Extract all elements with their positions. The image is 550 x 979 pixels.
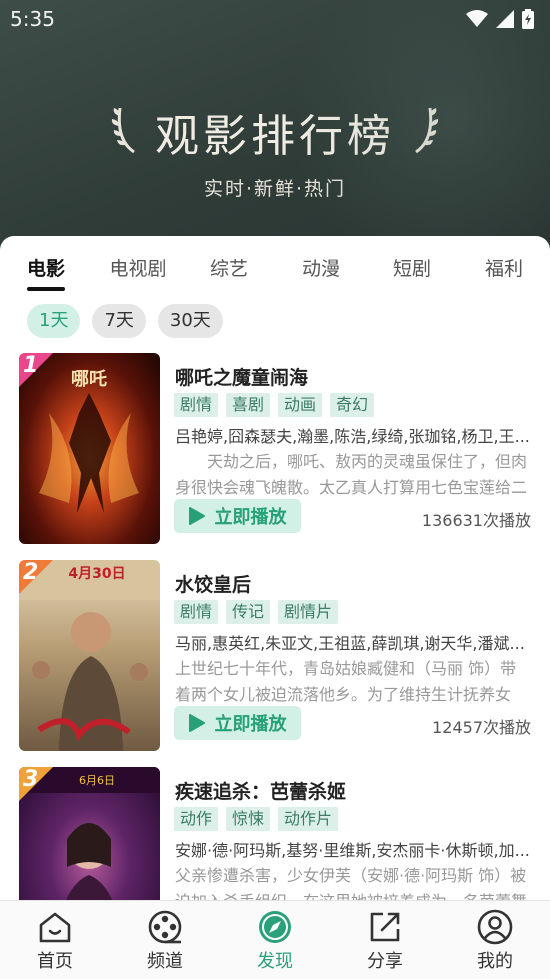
nav-discover-label: 发现: [257, 951, 293, 972]
ranking-panel: 电影 电视剧 综艺 动漫 短剧 福利 1天 7天 30天 哪吒 1 哪吒之魔童闹…: [0, 236, 550, 958]
poster-image[interactable]: 哪吒 1: [19, 353, 160, 544]
rank-number: 1: [23, 353, 39, 378]
compass-icon: [259, 911, 291, 943]
genre-tag: 惊悚: [226, 807, 271, 831]
genre-tag: 动作片: [278, 807, 339, 831]
bottom-navigation: 首页 频道 发现 分享 我的: [0, 900, 550, 979]
item-title[interactable]: 疾速追杀：芭蕾杀姬: [175, 777, 346, 804]
synopsis: 上世纪七十年代，青岛姑娘臧健和（马丽 饰）带着两个女儿被迫流落他乡。为了维持生计…: [175, 659, 517, 704]
hero-title: 观影排行榜: [155, 111, 395, 162]
genre-tags: 剧情 喜剧 动画 奇幻: [174, 393, 375, 417]
ranking-item[interactable]: 哪吒 1 哪吒之魔童闹海 剧情 喜剧 动画 奇幻 吕艳婷,囧森瑟夫,瀚墨,陈浩,…: [19, 353, 534, 545]
cast-list: 安娜·德·阿玛斯,基努·里维斯,安杰丽卡·休斯顿,加...: [175, 841, 530, 860]
genre-tag: 动画: [278, 393, 323, 417]
user-icon: [477, 909, 513, 945]
tab-variety[interactable]: 综艺: [194, 254, 264, 281]
play-now-label: 立即播放: [214, 714, 287, 735]
wifi-icon: [466, 10, 488, 27]
nav-profile-label: 我的: [477, 951, 513, 972]
svg-text:4月30日: 4月30日: [68, 566, 125, 582]
item-title[interactable]: 水饺皇后: [175, 570, 251, 597]
genre-tag: 动作: [174, 807, 219, 831]
film-reel-icon: [148, 910, 182, 944]
nav-share-label: 分享: [367, 951, 403, 972]
hero-subtitle: 实时·新鲜·热门: [203, 178, 347, 200]
item-title[interactable]: 哪吒之魔童闹海: [175, 363, 308, 390]
home-icon: [39, 912, 71, 943]
poster-image[interactable]: 4月30日 2: [19, 560, 160, 751]
svg-text:6月6日: 6月6日: [79, 774, 115, 787]
period-7-days[interactable]: 7天: [92, 304, 146, 338]
svg-text:哪吒: 哪吒: [71, 369, 107, 390]
laurel-right-icon: [415, 107, 439, 154]
genre-tag: 喜剧: [226, 393, 271, 417]
status-icons: [466, 9, 534, 29]
nav-home-label: 首页: [37, 951, 73, 972]
ranking-item[interactable]: 4月30日 2 水饺皇后 剧情 传记 剧情片 马丽,惠英红,朱亚文,王祖蓝,薛凯…: [19, 560, 534, 752]
period-30-days[interactable]: 30天: [157, 304, 223, 338]
tab-anime[interactable]: 动漫: [286, 254, 356, 281]
synopsis: 天劫之后，哪吒、敖丙的灵魂虽保住了，但肉身很快会魂飞魄散。太乙真人打算用七色宝莲…: [175, 449, 531, 501]
nav-share[interactable]: 分享: [345, 909, 425, 973]
tab-short-drama[interactable]: 短剧: [377, 254, 447, 281]
genre-tag: 奇幻: [330, 393, 375, 417]
signal-icon: [496, 10, 514, 28]
genre-tag: 剧情片: [278, 600, 339, 624]
status-time: 5:35: [10, 7, 55, 31]
tab-welfare[interactable]: 福利: [469, 254, 539, 281]
nav-discover[interactable]: 发现: [235, 909, 315, 973]
rank-number: 2: [23, 560, 39, 585]
rank-number: 3: [23, 767, 39, 792]
category-tabs: 电影 电视剧 综艺 动漫 短剧 福利: [0, 254, 550, 294]
genre-tag: 剧情: [174, 600, 219, 624]
share-icon: [370, 912, 400, 942]
status-bar: 5:35: [0, 0, 550, 38]
cast-list: 马丽,惠英红,朱亚文,王祖蓝,薛凯琪,谢天华,潘斌...: [175, 634, 525, 653]
genre-tags: 动作 惊悚 动作片: [174, 807, 339, 831]
synopsis-text: 天劫之后，哪吒、敖丙的灵魂虽保住了，但肉身很快会魂飞魄散。太乙真人打算用七色宝莲…: [175, 452, 528, 497]
period-filter: 1天 7天 30天: [27, 304, 223, 338]
play-now-button[interactable]: 立即播放: [174, 706, 301, 740]
genre-tag: 剧情: [174, 393, 219, 417]
cast-list: 吕艳婷,囧森瑟夫,瀚墨,陈浩,绿绮,张珈铭,杨卫,王...: [175, 427, 530, 446]
nav-channels-label: 频道: [147, 951, 183, 972]
tab-active-indicator: [27, 287, 65, 291]
play-now-label: 立即播放: [214, 507, 287, 528]
battery-icon: [522, 9, 534, 29]
nav-home[interactable]: 首页: [15, 909, 95, 973]
genre-tag: 传记: [226, 600, 271, 624]
play-count: 136631次播放: [421, 511, 531, 530]
genre-tags: 剧情 传记 剧情片: [174, 600, 339, 624]
tab-tv-series[interactable]: 电视剧: [103, 254, 173, 281]
play-icon: [188, 507, 205, 525]
header-banner: 5:35 观影排行榜 实时·新鲜·热门: [0, 0, 550, 280]
nav-channels[interactable]: 频道: [125, 909, 205, 973]
play-now-button[interactable]: 立即播放: [174, 499, 301, 533]
play-count: 12457次播放: [432, 718, 531, 737]
period-1-day[interactable]: 1天: [27, 304, 81, 338]
play-icon: [188, 714, 205, 732]
nav-profile[interactable]: 我的: [455, 909, 535, 973]
tab-movies[interactable]: 电影: [11, 254, 81, 281]
